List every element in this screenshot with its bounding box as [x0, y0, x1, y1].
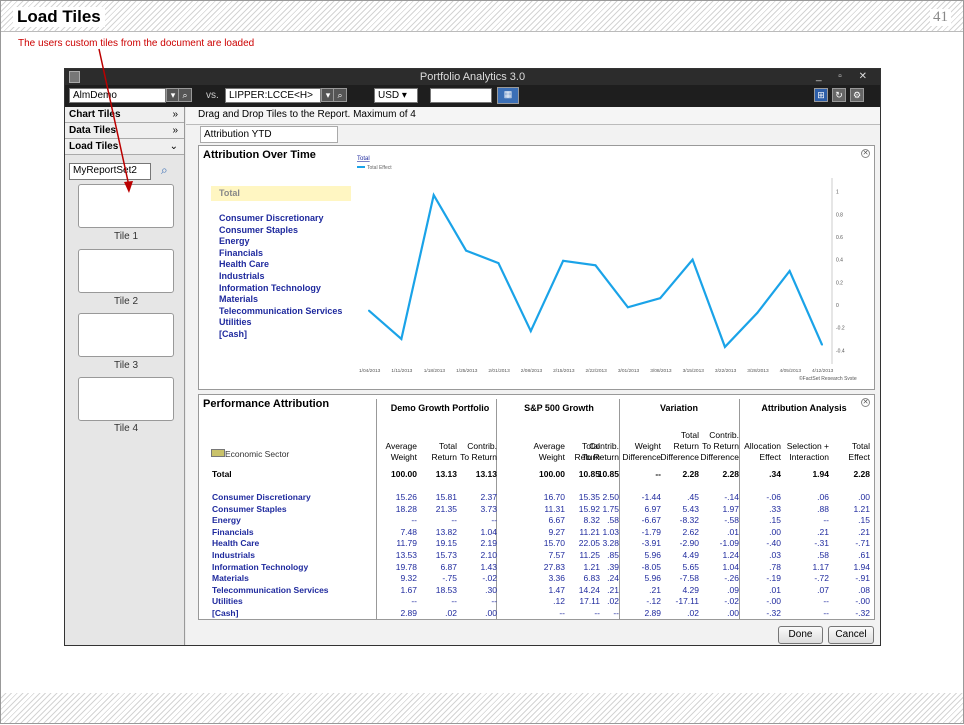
slide: Load Tiles 41 The users custom tiles fro…: [0, 0, 964, 724]
annotation-arrow: [98, 48, 133, 193]
